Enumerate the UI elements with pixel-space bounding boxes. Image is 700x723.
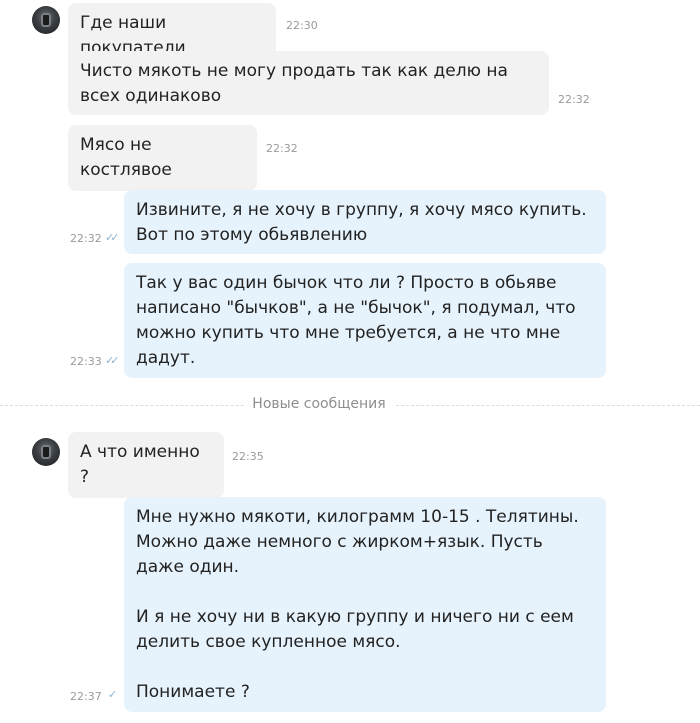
message-text: Мне нужно мякоти, килограмм 10-15 . Теля… <box>136 507 579 702</box>
incoming-message: Чисто мякоть не могу продать так как дел… <box>68 51 549 115</box>
message-text: Так у вас один бычок что ли ? Просто в о… <box>136 273 581 368</box>
single-check-icon: ✓ <box>108 688 117 701</box>
message-text: Мясо не костлявое <box>80 135 172 180</box>
message-text: А что именно ? <box>80 442 206 487</box>
incoming-message: Мясо не костлявое <box>68 125 257 191</box>
contact-avatar[interactable] <box>32 6 60 34</box>
double-check-icon: ✓✓ <box>105 231 120 244</box>
message-text: Извините, я не хочу в группу, я хочу мяс… <box>136 200 593 245</box>
message-time: 22:32 <box>266 142 298 155</box>
message-time: 22:37 <box>70 690 102 703</box>
incoming-message: А что именно ? <box>68 432 224 498</box>
outgoing-message: Мне нужно мякоти, килограмм 10-15 . Теля… <box>124 497 606 712</box>
outgoing-message: Так у вас один бычок что ли ? Просто в о… <box>124 263 606 378</box>
message-time: 22:32 <box>70 232 102 245</box>
message-time: 22:33 <box>70 355 102 368</box>
outgoing-message: Извините, я не хочу в группу, я хочу мяс… <box>124 190 606 254</box>
message-text: Чисто мякоть не могу продать так как дел… <box>80 61 514 106</box>
new-messages-label: Новые сообщения <box>244 396 394 412</box>
message-time: 22:32 <box>558 93 590 106</box>
message-time: 22:30 <box>286 19 318 32</box>
double-check-icon: ✓✓ <box>105 354 120 367</box>
message-time: 22:35 <box>232 450 264 463</box>
contact-avatar[interactable] <box>32 438 60 466</box>
